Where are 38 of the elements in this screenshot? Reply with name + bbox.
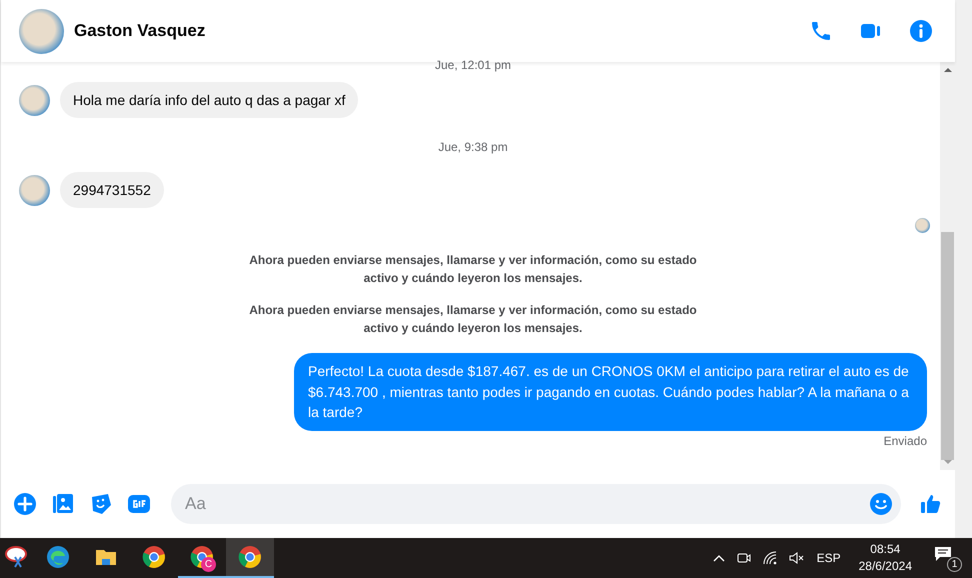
sticker-icon[interactable]: [89, 492, 113, 516]
contact-name: Gaston Vasquez: [74, 21, 206, 41]
image-icon[interactable]: [51, 492, 75, 516]
chrome-icon: [238, 545, 262, 569]
chat-icon: [934, 546, 952, 562]
message-input[interactable]: Aa: [183, 493, 869, 515]
contact-avatar[interactable]: [19, 8, 64, 54]
system-notice: Ahora pueden enviarse mensajes, llamarse y ver información, como su estado activo y cuándo leyeron los mensajes.: [248, 302, 698, 337]
edge-icon: [46, 545, 70, 569]
timestamp: Jue, 9:38 pm: [437, 140, 509, 154]
message-bubble: 2994731552: [60, 172, 164, 208]
profile-badge: C: [201, 557, 216, 572]
system-notice: Ahora pueden enviarse mensajes, llamarse y ver información, como su estado activo y cuándo leyeron los mensajes.: [248, 252, 698, 287]
taskbar-app[interactable]: [226, 538, 274, 578]
language-indicator[interactable]: ESP: [816, 551, 841, 565]
message-bubble: Perfecto! La cuota desde $187.467. es de un CRONOS 0KM el anticipo para retirar el auto es de $6.743.700 , mientras tanto podes ir pagando en cuotas. Cuándo podes hablar? A la mañana o a la tarde?: [294, 353, 927, 430]
notifications-button[interactable]: 1: [934, 544, 962, 572]
muted-speaker-icon[interactable]: [788, 551, 805, 565]
emoji-icon[interactable]: [869, 492, 893, 516]
wifi-icon[interactable]: [762, 551, 777, 565]
message-bubble: Hola me daría info del auto q das a pagar xf: [60, 82, 358, 118]
thumbs-up-icon[interactable]: [919, 492, 943, 516]
avatar: [19, 84, 50, 116]
phone-icon[interactable]: [809, 19, 833, 43]
gif-icon[interactable]: [127, 492, 151, 516]
scrollbar[interactable]: [940, 62, 955, 470]
message-field[interactable]: Aa: [171, 484, 901, 524]
timestamp: Jue, 12:01 pm: [434, 58, 512, 72]
seen-avatar: [915, 218, 930, 233]
notification-count: 1: [947, 557, 962, 572]
chrome-icon: [142, 545, 166, 569]
info-icon[interactable]: [909, 19, 933, 43]
avatar: [19, 174, 50, 206]
delivery-status: Enviado: [884, 434, 927, 448]
clock[interactable]: 08:54 28/6/2024: [858, 541, 912, 575]
scissors-icon: [5, 545, 29, 569]
chevron-up-icon[interactable]: [712, 554, 725, 562]
plus-icon[interactable]: [13, 492, 37, 516]
